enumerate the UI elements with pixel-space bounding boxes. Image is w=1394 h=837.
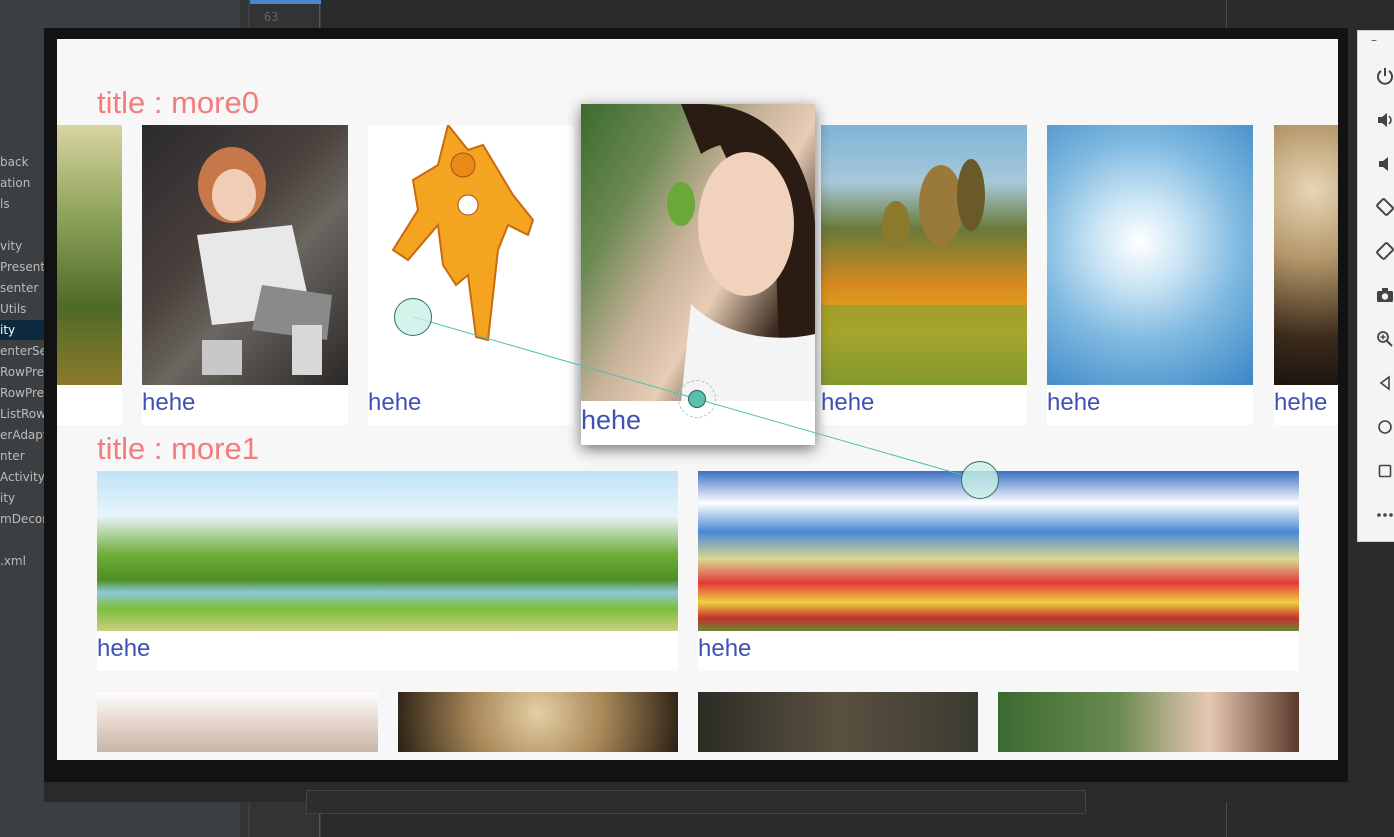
tree-item[interactable]: ation: [0, 173, 46, 193]
tree-item[interactable]: ls: [0, 194, 46, 214]
tree-item[interactable]: enterSel: [0, 341, 46, 361]
focus-pointer-end: [961, 461, 999, 499]
tree-item[interactable]: vity: [0, 236, 46, 256]
rotate-left-icon[interactable]: [1370, 192, 1394, 222]
tree-item[interactable]: ity: [0, 488, 46, 508]
focus-pointer-dot: [688, 390, 706, 408]
tree-item[interactable]: mDecor: [0, 509, 46, 529]
tree-item[interactable]: Presente: [0, 257, 46, 277]
tree-item[interactable]: Utils: [0, 299, 46, 319]
camera-icon[interactable]: [1370, 280, 1394, 310]
tree-item[interactable]: .xml: [0, 551, 46, 571]
minimize-icon[interactable]: –: [1371, 33, 1381, 47]
device-stand: [306, 790, 1086, 814]
rotate-right-icon[interactable]: [1370, 236, 1394, 266]
tree-item[interactable]: RowPre: [0, 362, 46, 382]
more-icon[interactable]: [1370, 500, 1394, 530]
focus-pointer-start: [394, 298, 432, 336]
overview-icon[interactable]: [1370, 456, 1394, 486]
tree-item[interactable]: senter: [0, 278, 46, 298]
tree-item[interactable]: Activity: [0, 467, 46, 487]
tv-screen: title : more0 hehe hehe hehe hehe hehe t…: [57, 39, 1338, 760]
line-number: 63: [264, 10, 279, 24]
back-icon[interactable]: [1370, 368, 1394, 398]
tree-item[interactable]: nter: [0, 446, 46, 466]
tree-item[interactable]: ListRow: [0, 404, 46, 424]
home-icon[interactable]: [1370, 412, 1394, 442]
power-icon[interactable]: [1370, 61, 1394, 91]
tree-item-selected[interactable]: ity: [0, 320, 46, 340]
tree-item[interactable]: erAdapt: [0, 425, 46, 445]
volume-down-icon[interactable]: [1370, 149, 1394, 179]
desktop: back ation ls vity Presente senter Utils…: [0, 0, 1394, 837]
zoom-icon[interactable]: [1370, 324, 1394, 354]
volume-up-icon[interactable]: [1370, 105, 1394, 135]
tree-item[interactable]: RowPre: [0, 383, 46, 403]
tree-item[interactable]: back: [0, 152, 46, 172]
